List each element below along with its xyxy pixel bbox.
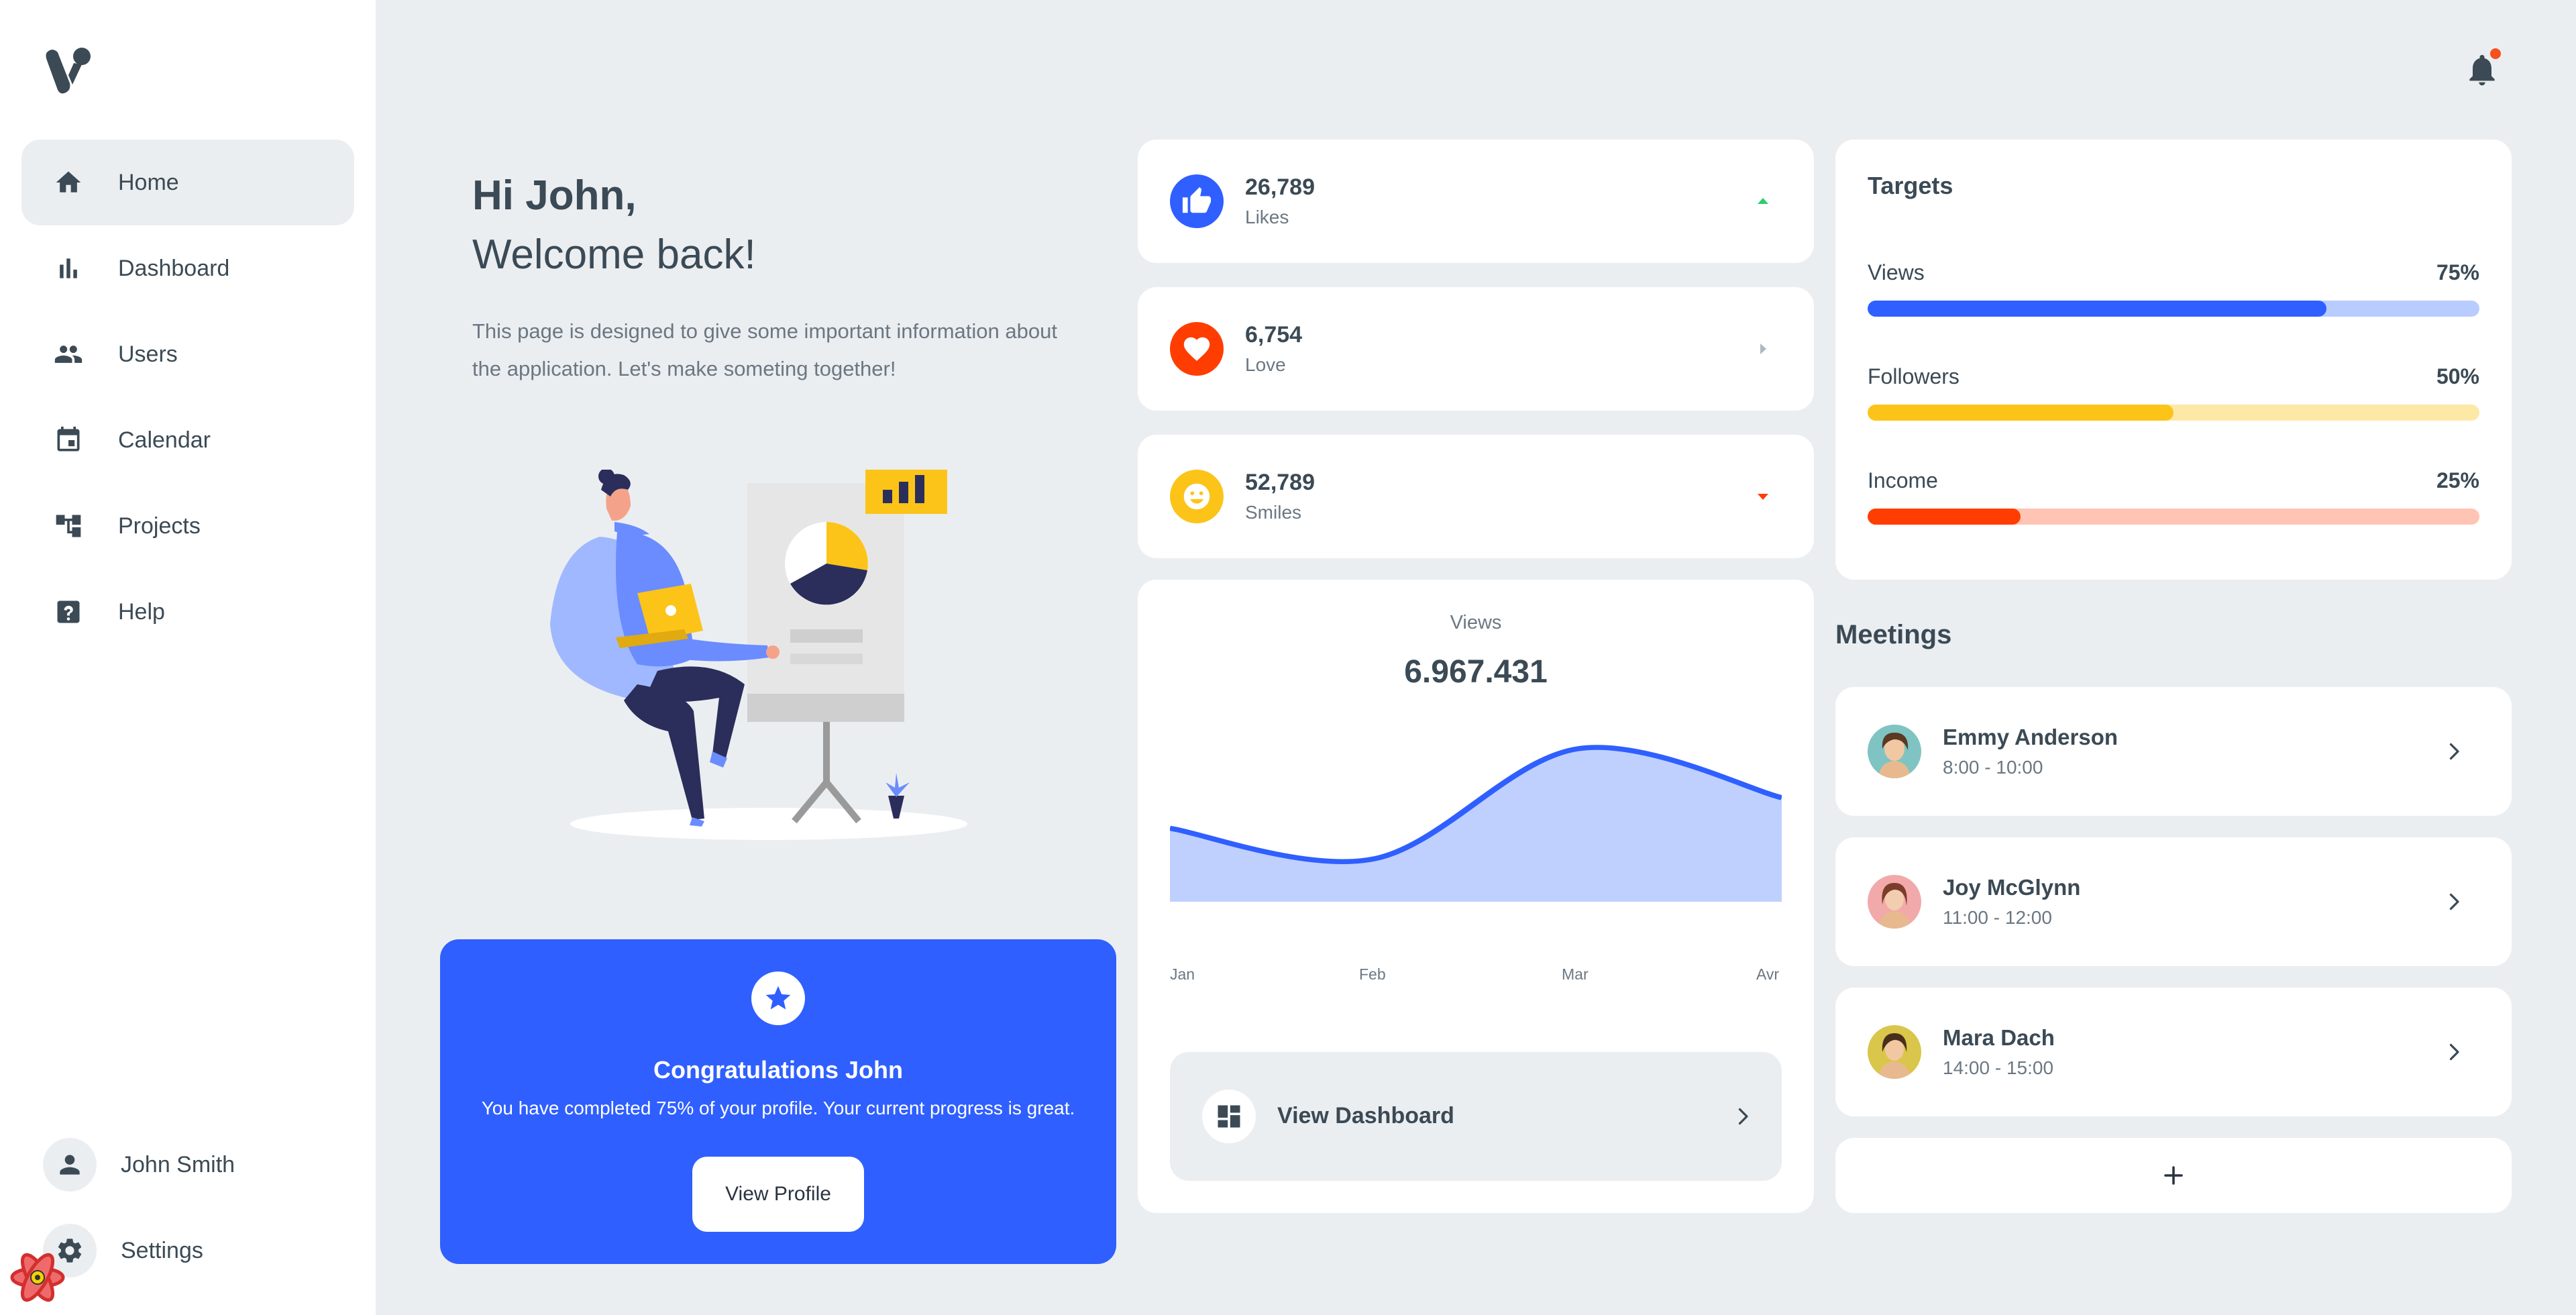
meeting-time: 11:00 - 12:00 <box>1943 907 2052 928</box>
greeting: Hi John, Welcome back! This page is desi… <box>472 168 1076 388</box>
meetings-title: Meetings <box>1835 620 1952 649</box>
sidebar-item-label: Home <box>118 169 179 195</box>
sidebar-item-projects[interactable]: Projects <box>21 483 354 569</box>
thumbs-up-icon <box>1170 174 1224 228</box>
meeting-time: 14:00 - 15:00 <box>1943 1057 2054 1078</box>
stat-card-likes: 26,789 Likes <box>1138 140 1814 263</box>
congratulations-title: Congratulations John <box>653 1056 903 1084</box>
sidebar-item-home[interactable]: Home <box>21 140 354 225</box>
sidebar-item-label: Dashboard <box>118 255 230 281</box>
presentation-illustration <box>550 470 967 840</box>
stat-value: 52,789 <box>1245 470 1315 495</box>
target-name: Followers <box>1868 364 1960 388</box>
trend-down-icon <box>1758 494 1768 500</box>
smile-icon <box>1170 470 1224 523</box>
view-profile-button[interactable]: View Profile <box>692 1157 864 1232</box>
views-title: Views <box>1450 612 1502 633</box>
help-icon <box>54 597 83 627</box>
settings-label: Settings <box>121 1237 203 1263</box>
meeting-name: Joy McGlynn <box>1943 875 2081 900</box>
stat-card-love: 6,754 Love <box>1138 287 1814 411</box>
avatar <box>1868 725 1921 778</box>
targets-title: Targets <box>1868 172 1953 199</box>
target-progress-fill <box>1868 405 2174 421</box>
target-percent: 25% <box>2436 468 2479 492</box>
avatar <box>1868 1025 1921 1079</box>
stat-label: Smiles <box>1245 502 1302 523</box>
views-area-chart <box>1170 745 1782 902</box>
views-card: Views 6.967.431 Jan Feb Mar Avr View Das… <box>1138 580 1814 1213</box>
x-tick-label: Jan <box>1170 965 1195 983</box>
meeting-name: Mara Dach <box>1943 1025 2055 1050</box>
sidebar-item-dashboard[interactable]: Dashboard <box>21 225 354 311</box>
trend-up-icon <box>1758 198 1768 204</box>
stat-label: Love <box>1245 354 1286 375</box>
congratulations-text: You have completed 75% of your profile. … <box>481 1098 1075 1118</box>
sidebar-bottom: John Smith Settings <box>21 1122 354 1294</box>
calendar-icon <box>54 425 83 455</box>
chevron-right-icon <box>1738 1108 1748 1125</box>
stat-value: 6,754 <box>1245 322 1303 348</box>
target-progress-bar <box>1868 405 2479 421</box>
target-progress-bar <box>1868 509 2479 525</box>
chevron-right-icon <box>2449 1043 2459 1061</box>
meeting-item[interactable]: Joy McGlynn 11:00 - 12:00 <box>1835 837 2512 966</box>
target-progress-fill <box>1868 301 2326 317</box>
sidebar-item-label: Help <box>118 598 165 625</box>
targets-card: Targets Views 75% Followers 50% Income 2… <box>1835 140 2512 580</box>
x-tick-label: Avr <box>1756 965 1780 983</box>
stat-label: Likes <box>1245 207 1289 227</box>
greeting-title: Hi John, <box>472 172 637 219</box>
avatar <box>1868 875 1921 929</box>
settings-item[interactable]: Settings <box>21 1208 354 1294</box>
meeting-name: Emmy Anderson <box>1943 725 2118 749</box>
target-percent: 50% <box>2436 364 2479 388</box>
star-icon <box>751 971 805 1025</box>
target-name: Income <box>1868 468 1938 492</box>
chevron-right-icon <box>2449 743 2459 760</box>
projects-icon <box>54 511 83 541</box>
x-tick-label: Mar <box>1562 965 1589 983</box>
user-avatar-icon <box>43 1138 97 1192</box>
sidebar-item-users[interactable]: Users <box>21 311 354 397</box>
chart-area <box>1170 747 1782 902</box>
greeting-subtitle: Welcome back! <box>472 231 756 278</box>
heart-icon <box>1170 322 1224 376</box>
meeting-item[interactable]: Mara Dach 14:00 - 15:00 <box>1835 988 2512 1116</box>
sidebar-item-help[interactable]: Help <box>21 569 354 655</box>
home-icon <box>54 168 83 197</box>
meeting-time: 8:00 - 10:00 <box>1943 757 2043 778</box>
target-percent: 75% <box>2436 260 2479 284</box>
users-icon <box>54 339 83 369</box>
sidebar-item-label: Users <box>118 341 178 367</box>
stat-value: 26,789 <box>1245 174 1315 200</box>
stat-card-smiles: 52,789 Smiles <box>1138 435 1814 558</box>
plus-icon <box>2164 1166 2183 1185</box>
sidebar-nav: Home Dashboard Users Calendar Projects H… <box>21 140 354 655</box>
chevron-right-icon <box>2449 893 2459 910</box>
user-profile-item[interactable]: John Smith <box>21 1122 354 1208</box>
greeting-description: This page is designed to give some impor… <box>472 319 1057 380</box>
sidebar-item-label: Calendar <box>118 427 211 453</box>
target-progress-fill <box>1868 509 2021 525</box>
target-name: Views <box>1868 260 1925 284</box>
notification-dot <box>2490 48 2501 59</box>
app-logo-icon[interactable] <box>43 43 97 97</box>
add-meeting-button[interactable] <box>1835 1138 2512 1213</box>
views-total: 6.967.431 <box>1404 654 1548 690</box>
x-tick-label: Feb <box>1359 965 1386 983</box>
react-devtools-icon[interactable] <box>8 1248 67 1307</box>
sidebar: Home Dashboard Users Calendar Projects H… <box>0 0 376 1315</box>
dashboard-icon <box>1202 1090 1256 1143</box>
sidebar-item-label: Projects <box>118 513 201 539</box>
user-name: John Smith <box>121 1151 235 1177</box>
target-progress-bar <box>1868 301 2479 317</box>
trend-flat-icon <box>1760 344 1766 354</box>
sidebar-item-calendar[interactable]: Calendar <box>21 397 354 483</box>
meeting-item[interactable]: Emmy Anderson 8:00 - 10:00 <box>1835 687 2512 816</box>
view-dashboard-button[interactable]: View Dashboard <box>1170 1052 1782 1181</box>
congratulations-card: Congratulations John You have completed … <box>440 939 1116 1264</box>
view-dashboard-label: View Dashboard <box>1277 1103 1454 1128</box>
bar-chart-icon <box>54 254 83 283</box>
